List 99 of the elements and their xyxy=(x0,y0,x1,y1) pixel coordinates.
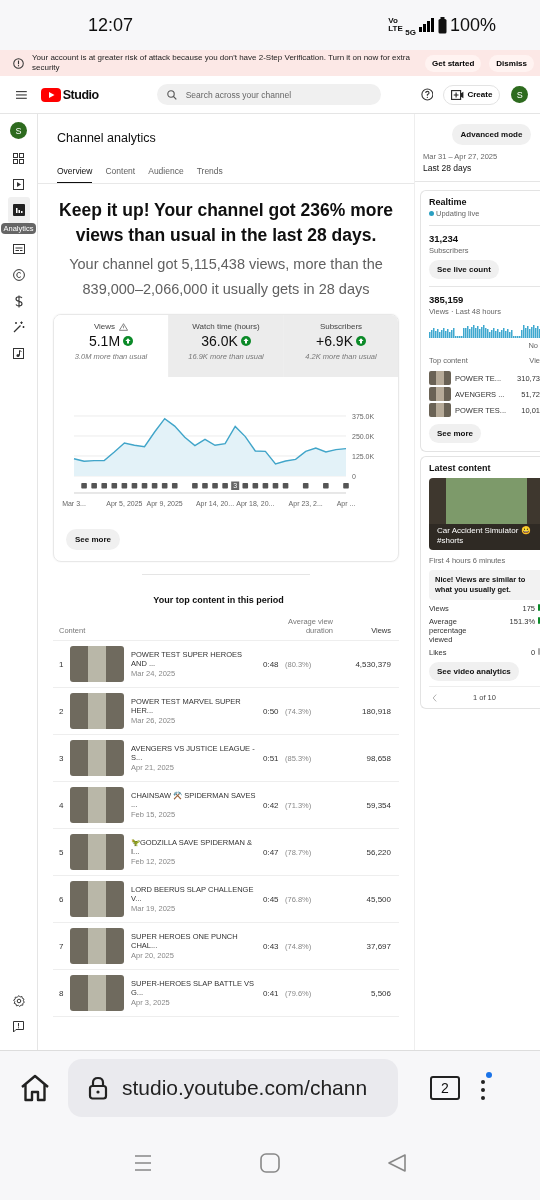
music-note-icon xyxy=(13,347,24,359)
lock-icon xyxy=(88,1076,108,1100)
views-cell-text: 45,500 xyxy=(365,894,391,904)
video-thumbnail xyxy=(70,928,124,964)
address-bar[interactable]: studio.youtube.com/chann xyxy=(68,1059,398,1117)
alert-icon xyxy=(13,57,24,69)
subtitles-icon xyxy=(12,244,25,254)
network-label: Vo LTE xyxy=(388,17,403,33)
video-thumbnail xyxy=(70,740,124,776)
section-title: Your top content in this period xyxy=(152,594,285,605)
metric-value: 36.0K xyxy=(201,333,238,349)
menu-icon[interactable] xyxy=(16,90,27,99)
video-library-icon xyxy=(13,178,24,190)
rank-number: 4 xyxy=(59,800,65,810)
search-field[interactable]: Search across your channel xyxy=(156,84,381,105)
views-cell-text: 5,506 xyxy=(369,988,391,998)
network-type: 5G xyxy=(405,27,416,37)
tab-count-button[interactable]: 2 xyxy=(430,1076,460,1100)
video-thumbnail xyxy=(70,881,124,917)
settings-icon xyxy=(12,995,25,1007)
metric-value: 5.1M xyxy=(88,333,121,349)
help-icon[interactable] xyxy=(420,88,434,101)
home-icon[interactable] xyxy=(20,1074,50,1102)
duration-cell-text: 0:50 xyxy=(263,706,280,716)
rank-number: 8 xyxy=(59,988,65,998)
rank-number: 5 xyxy=(59,847,65,857)
duration-cell-text: 0:47 xyxy=(263,847,280,857)
status-time: 12:07 xyxy=(88,14,134,36)
card-title: Latest content xyxy=(429,463,491,473)
dashboard-icon xyxy=(13,152,24,164)
tab[interactable]: Trends xyxy=(196,164,223,183)
video-thumbnail xyxy=(429,403,451,417)
video-thumbnail xyxy=(429,387,451,401)
play-logo-icon xyxy=(40,87,61,102)
video-thumbnail xyxy=(70,834,124,870)
logo-text: Studio xyxy=(62,87,99,102)
magic-wand-icon xyxy=(12,321,25,333)
advanced-mode-button[interactable]: Advanced mode xyxy=(451,124,532,145)
metric-label: Watch time (hours) xyxy=(192,322,260,331)
url-text: studio.youtube.com/chann xyxy=(122,1076,368,1100)
dollar-icon xyxy=(14,294,23,308)
rank-number: 2 xyxy=(59,706,65,716)
page-title: Channel analytics xyxy=(57,131,156,145)
see-video-analytics-button[interactable]: See video analytics xyxy=(429,662,519,681)
back-icon[interactable] xyxy=(388,1153,406,1172)
metric-label: Views xyxy=(93,322,116,331)
tab[interactable]: Content xyxy=(105,164,136,183)
duration-cell-text: 0:43 xyxy=(263,941,280,951)
battery-level: 100% xyxy=(449,14,496,36)
duration-cell-text: 0:41 xyxy=(263,988,280,998)
signal-icon xyxy=(418,18,435,32)
video-title: Car Accident Simulator 😀 #shorts xyxy=(429,524,540,550)
banner-button[interactable]: Get started xyxy=(425,54,482,72)
video-thumbnail xyxy=(70,975,124,1011)
copyright-icon xyxy=(12,269,25,281)
rank-number: 1 xyxy=(59,659,65,669)
add-video-icon xyxy=(451,89,465,100)
views-cell-text: 98,658 xyxy=(365,753,391,763)
views-cell-text: 180,918 xyxy=(361,706,391,716)
search-icon xyxy=(166,89,177,100)
video-thumbnail xyxy=(70,646,124,682)
live-dot-icon xyxy=(429,211,434,216)
see-more-button[interactable]: See more xyxy=(66,529,121,550)
feedback-icon xyxy=(13,1021,24,1033)
channel-avatar[interactable]: S xyxy=(10,122,27,139)
see-more-button[interactable]: See more xyxy=(429,424,482,443)
duration-cell-text: 0:45 xyxy=(263,894,280,904)
tab[interactable]: Audience xyxy=(148,164,184,183)
rank-number: 3 xyxy=(59,753,65,763)
channel-avatar[interactable]: S xyxy=(511,86,528,103)
subscriber-count: 31,234 xyxy=(429,233,459,244)
views-cell-text: 4,530,379 xyxy=(354,659,391,669)
views-cell-text: 56,220 xyxy=(365,847,391,857)
card-title: Realtime xyxy=(429,197,467,207)
rank-number: 7 xyxy=(59,941,65,951)
video-thumbnail xyxy=(70,787,124,823)
summary-headline: Keep it up! Your channel got 236% more views than usual in the last 28 days. xyxy=(58,199,394,247)
home-button-icon[interactable] xyxy=(260,1152,280,1173)
banner-button[interactable]: Dismiss xyxy=(489,54,534,72)
views-cell-text: 37,697 xyxy=(365,941,391,951)
duration-cell-text: 0:51 xyxy=(263,753,280,763)
duration-cell-text: 0:42 xyxy=(263,800,280,810)
metric-label: Subscribers xyxy=(319,322,363,331)
sidebar-item[interactable] xyxy=(7,197,30,223)
analytics-icon xyxy=(12,204,25,216)
battery-icon xyxy=(437,16,447,34)
duration-cell-text: 0:48 xyxy=(263,659,280,669)
views-count: 385,159 xyxy=(429,294,464,305)
tab[interactable]: Overview xyxy=(57,164,93,183)
banner-message: Your account is at greater risk of attack because you don't have 2-Step Verification. Turn it on now for extra security xyxy=(32,53,411,73)
summary-detail: Your channel got 5,115,438 views, more than the 839,000–2,066,000 it usually gets in 28 days xyxy=(68,255,384,299)
video-thumbnail xyxy=(429,371,451,385)
rank-number: 6 xyxy=(59,894,65,904)
create-button[interactable]: Create xyxy=(443,84,501,105)
period-label: Last 28 days xyxy=(423,163,473,173)
video-thumbnail xyxy=(70,693,124,729)
see-live-count-button[interactable]: See live count xyxy=(429,260,499,279)
metric-value: +6.9K xyxy=(316,333,353,349)
views-cell-text: 59,354 xyxy=(365,800,391,810)
